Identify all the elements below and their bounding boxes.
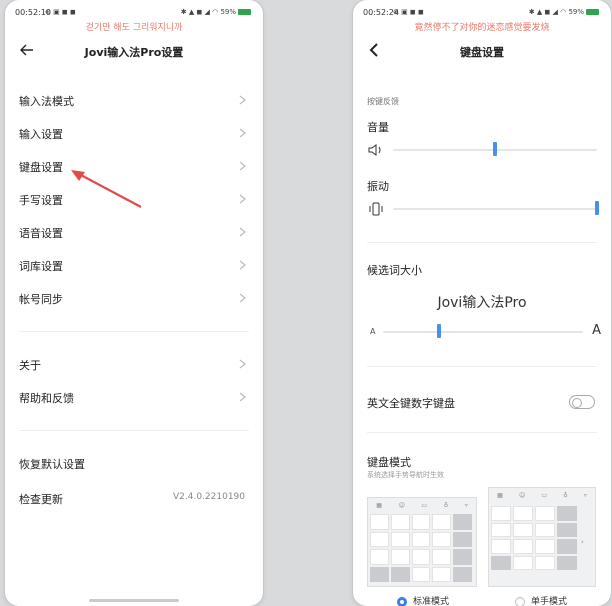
key <box>491 506 511 521</box>
divider <box>367 242 597 243</box>
key <box>513 555 533 570</box>
volume-label: 音量 <box>367 121 389 134</box>
key-grid <box>370 514 472 582</box>
radio-onehand-mode[interactable]: 单手模式 <box>515 594 567 606</box>
key <box>390 531 410 547</box>
app-header: 键盘设置 <box>353 38 611 66</box>
radio-button <box>397 596 407 606</box>
key <box>432 514 452 530</box>
key <box>390 549 410 565</box>
key <box>411 531 431 547</box>
keyboard-mode-caption: 系统选择手势导航时生效 <box>367 471 444 479</box>
key <box>370 531 389 547</box>
battery-icon <box>586 9 599 15</box>
key <box>370 549 389 565</box>
key <box>491 539 511 554</box>
radio-button <box>515 596 525 606</box>
key <box>491 522 511 537</box>
key <box>513 539 533 554</box>
standard-mode-preview[interactable]: ▦ ☺ ▭ ♁ ▿ <box>367 497 477 587</box>
speaker-icon <box>368 144 381 156</box>
candidate-size-label: 候选词大小 <box>367 264 422 277</box>
slider-thumb[interactable] <box>437 324 441 338</box>
section-caption-feedback: 按键反馈 <box>367 97 399 106</box>
page-title: 键盘设置 <box>460 46 504 59</box>
toggle-knob <box>572 397 582 408</box>
collapse-icon: ▿ <box>583 491 587 499</box>
divider <box>367 366 597 367</box>
key <box>411 566 431 582</box>
key <box>453 514 472 530</box>
key <box>513 506 533 521</box>
lyric-overlay: 竟然停不了对你的迷恋感觉要发烧 <box>414 23 550 33</box>
key <box>453 566 472 582</box>
english-numeric-label: 英文全键数字键盘 <box>367 397 455 410</box>
key <box>453 549 472 565</box>
slider-track <box>383 331 583 333</box>
size-min-label: A <box>370 327 376 336</box>
radio-standard-mode[interactable]: 标准模式 <box>397 594 449 606</box>
key-grid <box>491 506 577 570</box>
home-indicator <box>89 599 179 602</box>
collapse-icon: ▿ <box>464 501 468 509</box>
annotation-arrow-icon <box>71 170 142 208</box>
candidate-size-slider[interactable]: A A <box>367 323 601 340</box>
emoji-icon: ☺ <box>398 501 405 509</box>
key <box>535 506 555 521</box>
grid-icon: ▦ <box>376 501 382 509</box>
status-bar: 00:52:24 ⊛ ▣ ◼ ◼ ✱ ▲ ◼ ◢ ◠ 59% <box>353 0 611 22</box>
key <box>390 514 410 530</box>
key <box>411 549 431 565</box>
divider <box>367 432 597 433</box>
vibration-slider[interactable] <box>367 201 601 217</box>
candidate-preview-text: Jovi输入法Pro <box>437 295 527 311</box>
key <box>535 522 555 537</box>
mic-icon: ♁ <box>563 491 568 499</box>
key <box>557 506 577 521</box>
slider-track <box>393 208 597 210</box>
key <box>390 566 410 582</box>
vibrate-icon <box>369 202 383 216</box>
slider-thumb[interactable] <box>493 142 497 156</box>
onehand-mode-preview[interactable]: ▦ ☺ ▭ ♁ ▿ › <box>488 487 596 587</box>
key <box>557 539 577 554</box>
key <box>491 555 511 570</box>
switch-side-icon[interactable]: › <box>581 538 584 546</box>
key <box>370 514 389 530</box>
key <box>513 522 533 537</box>
settings-screen: 00:52:10 ⊛ ▣ ◼ ◼ ✱ ▲ ◼ ◢ ◠ 59% 걷기만 해도 그리… <box>5 0 263 606</box>
keyboard-icon: ▭ <box>541 491 548 499</box>
vibration-label: 振动 <box>367 180 389 193</box>
key <box>432 566 452 582</box>
key <box>557 555 577 570</box>
key <box>535 555 555 570</box>
status-icons: ⊛ ▣ ◼ ◼ <box>393 8 424 16</box>
radio-label: 标准模式 <box>413 597 450 606</box>
slider-thumb[interactable] <box>595 201 599 215</box>
keyboard-toolbar: ▦ ☺ ▭ ♁ ▿ <box>368 498 476 512</box>
status-right-text: ✱ ▲ ◼ ◢ ◠ 59% <box>528 8 584 16</box>
mic-icon: ♁ <box>443 501 449 509</box>
emoji-icon: ☺ <box>518 491 526 499</box>
key <box>370 566 389 582</box>
keyboard-toolbar: ▦ ☺ ▭ ♁ ▿ <box>489 488 595 502</box>
keyboard-mode-label: 键盘模式 <box>367 456 411 469</box>
key <box>432 549 452 565</box>
key <box>535 539 555 554</box>
grid-icon: ▦ <box>497 491 503 499</box>
keyboard-icon: ▭ <box>421 501 428 509</box>
key <box>557 522 577 537</box>
volume-slider[interactable] <box>367 142 601 158</box>
keyboard-settings-screen: 00:52:24 ⊛ ▣ ◼ ◼ ✱ ▲ ◼ ◢ ◠ 59% 竟然停不了对你的迷… <box>353 0 611 606</box>
key <box>453 531 472 547</box>
size-max-label: A <box>592 323 601 338</box>
key <box>432 531 452 547</box>
key <box>411 514 431 530</box>
status-indicators: ✱ ▲ ◼ ◢ ◠ 59% <box>529 8 599 16</box>
radio-label: 单手模式 <box>531 597 568 606</box>
english-numeric-toggle[interactable] <box>569 395 595 409</box>
